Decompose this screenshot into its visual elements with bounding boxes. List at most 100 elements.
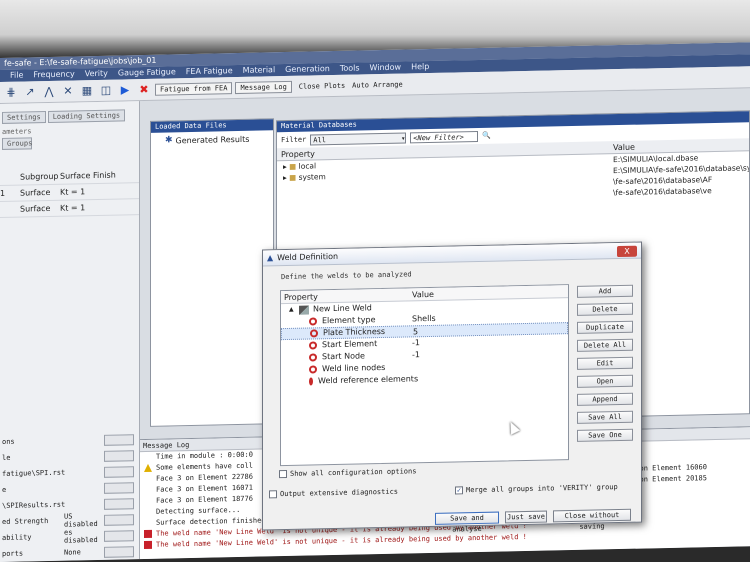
save-and-analyse-button[interactable]: Save and analyse (435, 511, 499, 534)
required-ring-icon (309, 377, 313, 386)
weld-properties: Element type Shells Plate Thickness 5 Start … (281, 310, 568, 388)
delete-button[interactable]: Delete (577, 302, 633, 316)
grid-icon[interactable]: ◫ (98, 82, 114, 98)
close-button[interactable]: X (617, 245, 637, 258)
menu-item-window[interactable]: Window (370, 63, 402, 73)
option-value (64, 488, 104, 489)
option-edit-button[interactable] (104, 513, 134, 526)
option-key: ed Strength (2, 516, 49, 526)
dialog-title: Weld Definition (277, 251, 339, 263)
menu-item-fea-fatigue[interactable]: FEA Fatigue (186, 66, 233, 76)
option-edit-button[interactable] (104, 449, 134, 462)
merge-groups-label: Merge all groups into 'VERITY' group (466, 483, 618, 495)
table-row[interactable]: Surface Kt = 1 (0, 199, 139, 218)
value-header: Value (412, 289, 434, 300)
menu-item-help[interactable]: Help (411, 62, 429, 71)
option-value: es disabled (64, 528, 98, 545)
extensive-diagnostics-checkbox[interactable]: Output extensive diagnostics (269, 488, 398, 499)
close-plots-button[interactable]: Close Plots (299, 81, 345, 90)
save-all-button[interactable]: Save All (577, 410, 633, 424)
option-key: ons (2, 437, 15, 446)
folder-icon: ■ (289, 161, 299, 171)
edit-button[interactable]: Edit (577, 356, 633, 370)
show-all-label: Show all configuration options (290, 467, 417, 478)
option-key: fatigue\SPI.rst (2, 468, 66, 478)
search-icon[interactable]: 🔍 (482, 132, 491, 140)
duplicate-button[interactable]: Duplicate (577, 320, 633, 334)
weld-definition-dialog: ▲ Weld Definition X Define the welds to … (262, 241, 642, 534)
filter-value: All (313, 135, 326, 144)
option-value (64, 504, 104, 505)
peak-icon[interactable]: ⋀ (41, 83, 57, 99)
subgroup-cell: Surface (20, 187, 51, 198)
required-ring-icon (309, 341, 317, 350)
option-key: ports (2, 549, 24, 558)
dialog-side-buttons: Add Delete Duplicate Delete All Edit Open Appe… (577, 284, 633, 448)
option-value (64, 456, 104, 457)
filter-input[interactable]: <New Filter> (410, 130, 479, 143)
tab-settings[interactable]: Settings (2, 111, 46, 124)
error-icon (144, 540, 152, 549)
analysis-options: ons le fatigue\SPI.rst e \SPIResults.rst ed S… (0, 431, 140, 562)
close-without-saving-button[interactable]: Close without saving (553, 508, 631, 531)
merge-groups-checkbox[interactable]: ✓ Merge all groups into 'VERITY' group (455, 483, 618, 495)
play-icon[interactable]: ▶ (117, 82, 133, 98)
filter-select[interactable]: All ▾ (310, 131, 407, 146)
fatigue-from-fea-button[interactable]: Fatigue from FEA (155, 81, 233, 96)
auto-arrange-button[interactable]: Auto Arrange (352, 80, 403, 89)
diagnostics-label: Output extensive diagnostics (280, 487, 399, 499)
db-name-label: local (298, 161, 317, 171)
property-cell: Weld reference elements (281, 373, 418, 388)
option-edit-button[interactable] (104, 481, 134, 494)
tab-loading-settings[interactable]: Loading Settings (47, 109, 126, 124)
option-key: le (2, 453, 11, 462)
option-value: US disabled (64, 512, 98, 529)
add-button[interactable]: Add (577, 284, 633, 298)
checkbox-box[interactable] (269, 490, 277, 499)
menu-item-file[interactable]: File (10, 71, 23, 80)
subgroup-cell: Surface (20, 203, 51, 214)
chart-icon[interactable]: ↗ (22, 84, 38, 100)
open-button[interactable]: Open (577, 374, 633, 388)
option-value (64, 440, 104, 441)
property-name: Weld reference elements (318, 374, 419, 386)
db-path: \fe-safe\2016\database\ve (613, 186, 712, 198)
app-icon: ▲ (267, 253, 274, 263)
append-button[interactable]: Append (577, 392, 633, 406)
generated-results-item[interactable]: ✱ Generated Results (151, 130, 273, 146)
weld-icon (299, 305, 309, 315)
checkbox-box[interactable] (279, 469, 287, 479)
cross-icon[interactable]: ✕ (60, 83, 76, 99)
menu-item-gauge-fatigue[interactable]: Gauge Fatigue (118, 67, 176, 77)
collapse-arrow-icon[interactable]: ▲ (289, 304, 297, 316)
error-icon (144, 529, 152, 538)
menu-item-material[interactable]: Material (243, 65, 276, 75)
option-edit-button[interactable] (104, 465, 134, 478)
just-save-button[interactable]: Just save (505, 510, 547, 524)
option-edit-button[interactable] (104, 529, 134, 542)
filter-label: Filter (281, 135, 307, 145)
delete-all-button[interactable]: Delete All (577, 338, 633, 352)
message-log-button[interactable]: Message Log (235, 80, 292, 94)
option-edit-button[interactable] (104, 497, 134, 510)
table-icon[interactable]: ▦ (79, 83, 95, 99)
option-edit-button[interactable] (104, 433, 134, 446)
option-value: None (64, 548, 81, 557)
show-all-options-checkbox[interactable]: Show all configuration options (279, 467, 417, 479)
menu-item-frequency[interactable]: Frequency (33, 69, 74, 79)
menu-item-tools[interactable]: Tools (340, 63, 360, 72)
warning-icon (144, 463, 152, 472)
fatigue-plot-icon[interactable]: ⋕ (3, 84, 19, 100)
groups-button[interactable]: Groups (2, 137, 32, 150)
menu-item-verity[interactable]: Verity (85, 69, 108, 78)
property-name: Start Node (322, 351, 365, 362)
chevron-down-icon: ▾ (401, 134, 406, 143)
loaded-data-files-panel: Loaded Data Files ✱ Generated Results (150, 118, 274, 427)
option-edit-button[interactable] (104, 545, 134, 558)
stop-icon[interactable]: ✖ (136, 81, 152, 97)
menu-item-generation[interactable]: Generation (285, 64, 330, 74)
option-key: e (2, 485, 7, 494)
left-panel: Settings Loading Settings ameters Groups… (0, 101, 140, 562)
save-one-button[interactable]: Save One (577, 428, 633, 442)
checkbox-box[interactable]: ✓ (455, 486, 463, 495)
